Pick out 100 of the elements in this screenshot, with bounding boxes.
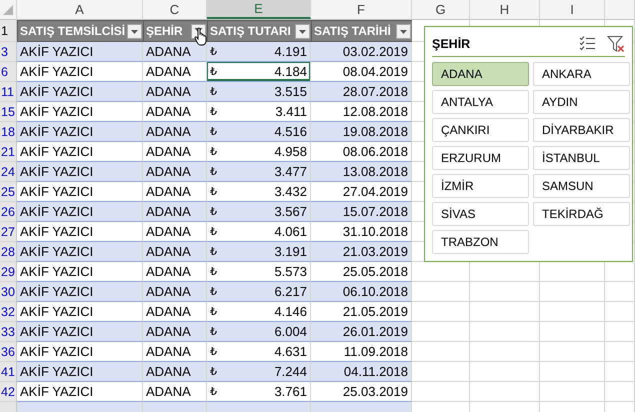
slicer-item[interactable]: AYDIN [533, 90, 630, 114]
empty-cell [605, 342, 635, 362]
row-header[interactable]: 36 [0, 342, 17, 362]
table-cell: ADANA [143, 162, 207, 182]
empty-cell [605, 302, 635, 322]
row-header[interactable]: 24 [0, 162, 17, 182]
empty-cell [605, 322, 635, 342]
empty-cell [540, 362, 605, 382]
table-cell: ADANA [143, 242, 207, 262]
slicer-item[interactable]: TEKİRDAĞ [533, 202, 630, 226]
dropdown-button[interactable] [295, 24, 310, 38]
table-cell: AKİF YAZICI [17, 242, 143, 262]
empty-cell [605, 282, 635, 302]
empty-cell [540, 282, 605, 302]
table-cell: AKİF YAZICI [17, 282, 143, 302]
row-header[interactable]: 11 [0, 82, 17, 102]
row-header[interactable]: 42 [0, 382, 17, 402]
table-cell: ADANA [143, 122, 207, 142]
table-cell: 03.02.2019 [311, 42, 412, 62]
row-header[interactable]: 26 [0, 202, 17, 222]
table-cell: AKİF YAZICI [17, 162, 143, 182]
table-cell: AKİF YAZICI [17, 82, 143, 102]
table-cell: ADANA [143, 82, 207, 102]
slicer-item[interactable]: SAMSUN [533, 174, 630, 198]
column-header[interactable]: G [412, 0, 470, 19]
slicer-item[interactable]: TRABZON [432, 230, 529, 254]
slicer-item[interactable]: ANTALYA [432, 90, 529, 114]
table-cell: 04.11.2018 [311, 362, 412, 382]
empty-cell [412, 382, 470, 402]
slicer-item[interactable]: İZMİR [432, 174, 529, 198]
slicer-item[interactable]: SİVAS [432, 202, 529, 226]
dropdown-button[interactable] [396, 24, 411, 38]
column-header[interactable]: I [540, 0, 605, 19]
empty-cell [412, 342, 470, 362]
slicer-item[interactable]: ERZURUM [432, 146, 529, 170]
row-header[interactable]: 30 [0, 282, 17, 302]
row-header[interactable]: 3 [0, 42, 17, 62]
multi-select-icon[interactable] [579, 34, 597, 52]
column-header[interactable]: F [311, 0, 412, 19]
table-cell: ₺ 6.004 [207, 322, 311, 342]
row-header[interactable]: 15 [0, 102, 17, 122]
table-cell: ₺ 4.516 [207, 122, 311, 142]
empty-cell [470, 282, 540, 302]
empty-cell [470, 362, 540, 382]
row-header[interactable]: 41 [0, 362, 17, 382]
table-cell: ADANA [143, 322, 207, 342]
row-header[interactable]: 21 [0, 142, 17, 162]
empty-cell [412, 302, 470, 322]
table-cell: AKİF YAZICI [17, 322, 143, 342]
table-cell: ₺ 3.477 [207, 162, 311, 182]
table-cell: 06.10.2018 [311, 282, 412, 302]
slicer-item[interactable]: İSTANBUL [533, 146, 630, 170]
row-header[interactable]: 28 [0, 242, 17, 262]
table-cell: AKİF YAZICI [17, 42, 143, 62]
row-header[interactable]: 27 [0, 222, 17, 242]
table-header-cell: SATIŞ TUTARI [207, 20, 311, 42]
table-cell: 28.07.2018 [311, 82, 412, 102]
slicer-item[interactable]: ANKARA [533, 62, 630, 86]
dropdown-button[interactable] [127, 24, 142, 38]
empty-cell [540, 322, 605, 342]
table-cell: 21.03.2019 [311, 242, 412, 262]
table-cell: 19.08.2018 [311, 122, 412, 142]
row-header[interactable]: 33 [0, 322, 17, 342]
column-header[interactable]: E [207, 0, 311, 19]
empty-cell [470, 322, 540, 342]
table-cell: ₺ 7.244 [207, 362, 311, 382]
table-cell: 26.01.2019 [311, 322, 412, 342]
table-header-cell: SATIŞ TEMSİLCİSİ [17, 20, 143, 42]
empty-cell [470, 382, 540, 402]
table-cell: ₺ 4.191 [207, 42, 311, 62]
table-cell: ₺ 3.567 [207, 202, 311, 222]
table-cell: AKİF YAZICI [17, 202, 143, 222]
slicer-item[interactable]: ÇANKIRI [432, 118, 529, 142]
table-cell: ₺ 3.191 [207, 242, 311, 262]
column-header[interactable]: A [17, 0, 143, 19]
column-header[interactable]: H [470, 0, 540, 19]
clear-filter-icon[interactable] [607, 34, 625, 52]
hand-cursor-icon [194, 27, 208, 46]
table-cell: 13.08.2018 [311, 162, 412, 182]
row-header[interactable]: 18 [0, 122, 17, 142]
table-cell: 15.07.2018 [311, 202, 412, 222]
slicer-item[interactable]: ADANA [432, 62, 529, 86]
empty-cell [470, 302, 540, 322]
empty-cell [540, 302, 605, 322]
empty-cell [605, 362, 635, 382]
row-header[interactable]: 32 [0, 302, 17, 322]
empty-cell [540, 342, 605, 362]
table-cell: ADANA [143, 362, 207, 382]
table-cell: AKİF YAZICI [17, 362, 143, 382]
row-header[interactable]: 25 [0, 182, 17, 202]
empty-cell [605, 382, 635, 402]
table-cell: AKİF YAZICI [17, 122, 143, 142]
empty-cell [470, 342, 540, 362]
row-header[interactable]: 1 [0, 20, 17, 42]
row-header[interactable]: 6 [0, 62, 17, 82]
table-header-cell: SATIŞ TARİHİ [311, 20, 412, 42]
slicer-item[interactable]: DİYARBAKIR [533, 118, 630, 142]
row-header[interactable]: 29 [0, 262, 17, 282]
table-cell: ₺ 6.217 [207, 282, 311, 302]
table-cell: ADANA [143, 202, 207, 222]
